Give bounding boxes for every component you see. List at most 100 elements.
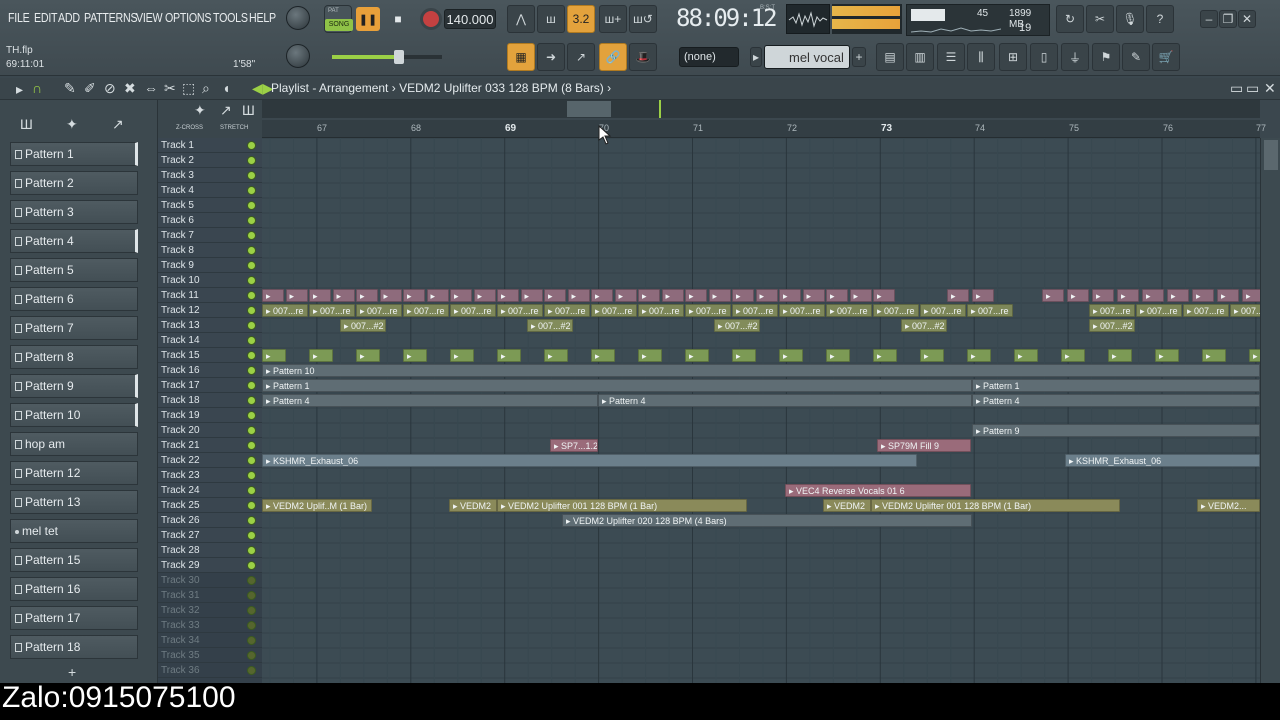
- playlist-clip[interactable]: ▸ Pattern 1: [972, 379, 1260, 392]
- playback-icon[interactable]: ◖: [222, 80, 230, 96]
- plugin-icon[interactable]: ⏚: [1061, 43, 1089, 71]
- playlist-clip[interactable]: ▸: [755, 289, 778, 302]
- playlist-clip[interactable]: ▸ 007...#2: [1089, 319, 1135, 332]
- playlist-clip[interactable]: ▸: [972, 289, 994, 302]
- playlist-clip[interactable]: ▸ Pattern 1: [262, 379, 972, 392]
- playlist-clip[interactable]: ▸: [497, 349, 521, 362]
- playlist-clip[interactable]: ▸: [1242, 289, 1260, 302]
- playlist-clip[interactable]: ▸ VEDM2: [449, 499, 497, 512]
- track-header[interactable]: Track 34: [158, 633, 262, 648]
- playlist-clip[interactable]: ▸ 007...re: [1089, 304, 1135, 317]
- playlist-clip[interactable]: ▸: [1014, 349, 1038, 362]
- playlist-clip[interactable]: ▸ VEC4 Reverse Vocals 01 6: [785, 484, 971, 497]
- pattern-item[interactable]: Pattern 17: [10, 606, 138, 630]
- track-mute-led[interactable]: [247, 156, 256, 165]
- playlist-clip[interactable]: ▸ 007...re: [638, 304, 684, 317]
- restore-icon[interactable]: ❐: [1219, 10, 1237, 28]
- playlist-clip[interactable]: ▸: [262, 289, 284, 302]
- pattern-item[interactable]: mel tet: [10, 519, 138, 543]
- track-mute-led[interactable]: [247, 546, 256, 555]
- playlist-clip[interactable]: ▸ 007...re: [873, 304, 919, 317]
- track-header[interactable]: Track 22: [158, 453, 262, 468]
- playlist-clip[interactable]: ▸: [262, 349, 286, 362]
- track-mute-led[interactable]: [247, 396, 256, 405]
- add-track-icon[interactable]: +: [68, 664, 76, 680]
- playlist-clip[interactable]: ▸: [873, 349, 897, 362]
- track-header[interactable]: Track 14: [158, 333, 262, 348]
- track-header[interactable]: Track 24: [158, 483, 262, 498]
- track-mute-led[interactable]: [247, 591, 256, 600]
- pause-button[interactable]: ❚❚: [356, 7, 380, 31]
- playlist-clip[interactable]: ▸ 007...#2: [714, 319, 760, 332]
- loop-record-icon[interactable]: ш↺: [629, 5, 657, 33]
- playlist-clip[interactable]: ▸ 007...re: [1136, 304, 1182, 317]
- playlist-clip[interactable]: ▸ 007...re: [497, 304, 543, 317]
- playlist-clip[interactable]: ▸: [685, 289, 707, 302]
- track-header[interactable]: Track 20: [158, 423, 262, 438]
- playlist-clip[interactable]: ▸ 007...re: [450, 304, 496, 317]
- track-header[interactable]: Track 4: [158, 183, 262, 198]
- playlist-clip[interactable]: ▸: [1092, 289, 1114, 302]
- track-mute-led[interactable]: [247, 246, 256, 255]
- playlist-clip[interactable]: ▸: [403, 289, 425, 302]
- playlist-clip[interactable]: ▸: [873, 289, 895, 302]
- pattern-item[interactable]: Pattern 18: [10, 635, 138, 659]
- track-header[interactable]: Track 25: [158, 498, 262, 513]
- track-header[interactable]: Track 19: [158, 408, 262, 423]
- playlist-clip[interactable]: ▸: [732, 289, 754, 302]
- playlist-clip[interactable]: ▸: [1202, 349, 1226, 362]
- track-header[interactable]: Track 28: [158, 543, 262, 558]
- track-mute-led[interactable]: [247, 471, 256, 480]
- track-mute-led[interactable]: [247, 366, 256, 375]
- minimize-icon[interactable]: –: [1200, 10, 1218, 28]
- link-icon[interactable]: 🔗: [599, 43, 627, 71]
- playlist-clip[interactable]: ▸ 007...re: [920, 304, 966, 317]
- stretch-label[interactable]: STRETCH: [220, 125, 248, 131]
- pattern-item[interactable]: Pattern 7: [10, 316, 138, 340]
- menu-view[interactable]: VIEW: [136, 10, 163, 25]
- playlist-clip[interactable]: ▸ 007...re: [685, 304, 731, 317]
- metronome-icon[interactable]: ⋀: [507, 5, 535, 33]
- playlist-clip[interactable]: ▸ 007...re: [779, 304, 825, 317]
- track-header[interactable]: Track 29: [158, 558, 262, 573]
- playlist-clip[interactable]: ▸: [685, 349, 709, 362]
- stop-button[interactable]: ■: [386, 7, 410, 31]
- track-mute-led[interactable]: [247, 636, 256, 645]
- record-button[interactable]: [420, 8, 442, 30]
- master-volume-knob[interactable]: [286, 6, 310, 30]
- playlist-clip[interactable]: ▸: [708, 289, 731, 302]
- playlist-clip[interactable]: ▸: [967, 349, 991, 362]
- playlist-clip[interactable]: ▸ VEDM2 Uplifter 001 128 BPM (1 Bar): [871, 499, 1120, 512]
- menu-file[interactable]: FILE: [8, 10, 30, 25]
- track-mute-led[interactable]: [247, 411, 256, 420]
- playlist-clip[interactable]: ▸ VEDM2: [823, 499, 871, 512]
- playlist-clip[interactable]: ▸: [567, 289, 590, 302]
- pattern-item[interactable]: Pattern 12: [10, 461, 138, 485]
- waveform-icon[interactable]: ✦: [194, 102, 206, 119]
- pattern-item[interactable]: Pattern 9: [10, 374, 138, 398]
- track-mute-led[interactable]: [247, 606, 256, 615]
- track-mute-led[interactable]: [247, 381, 256, 390]
- playlist-clip[interactable]: ▸: [332, 289, 355, 302]
- playlist-clip[interactable]: ▸: [1217, 289, 1239, 302]
- pattern-select[interactable]: mel vocal: [764, 45, 850, 69]
- automation-icon[interactable]: ↗: [220, 102, 232, 119]
- playlist-clip[interactable]: ▸ 007...#2: [527, 319, 573, 332]
- playlist-clip[interactable]: ▸: [849, 289, 872, 302]
- slider-handle[interactable]: [394, 50, 404, 64]
- track-header[interactable]: Track 16: [158, 363, 262, 378]
- pattern-item[interactable]: Pattern 4: [10, 229, 138, 253]
- playlist-clip[interactable]: ▸: [826, 289, 848, 302]
- add-pattern-icon[interactable]: +: [852, 47, 866, 67]
- pattern-item[interactable]: Pattern 15: [10, 548, 138, 572]
- channel-select[interactable]: (none): [679, 47, 739, 67]
- playlist-clip[interactable]: ▸ 007...re: [1183, 304, 1229, 317]
- track-header[interactable]: Track 8: [158, 243, 262, 258]
- track-header[interactable]: Track 1: [158, 138, 262, 153]
- playlist-clip[interactable]: ▸ 007...re: [356, 304, 402, 317]
- menu-patterns[interactable]: PATTERNS: [84, 10, 138, 25]
- project-icon[interactable]: ▯: [1030, 43, 1058, 71]
- playlist-grid[interactable]: ▸ ▸ ▸ ▸ ▸ ▸ ▸ ▸ ▸ ▸ ▸ ▸ ▸ ▸ ▸ ▸ ▸ ▸ ▸ ▸ ▸ ▸ ▸ ▸ ▸ ▸ ▸ ▸ ▸ ▸ ▸ ▸ ▸ ▸ ▸ ▸ ▸ ▸ ▸ …: [262, 138, 1260, 683]
- playlist-clip[interactable]: ▸: [356, 349, 380, 362]
- mixer-icon[interactable]: ⫼: [967, 43, 995, 71]
